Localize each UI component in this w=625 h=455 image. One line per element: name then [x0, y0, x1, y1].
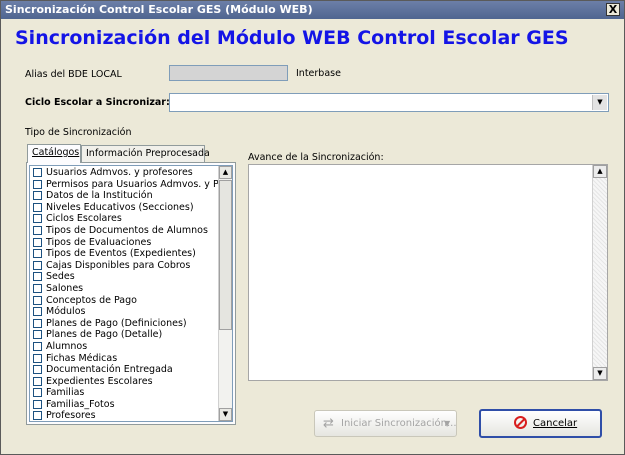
checkbox[interactable] [33, 179, 42, 189]
catalog-item-label: Permisos para Usuarios Admvos. y Profrs [46, 178, 233, 190]
catalog-item-label: Familias [46, 387, 85, 399]
catalog-item[interactable]: Familias_Fotos [30, 399, 220, 411]
catalog-item[interactable]: Niveles Educativos (Secciones) [30, 202, 220, 214]
ciclo-combobox[interactable]: ▼ [169, 93, 609, 112]
checkbox[interactable] [33, 225, 42, 235]
checkbox[interactable] [33, 237, 42, 247]
window-title: Sincronización Control Escolar GES (Módu… [5, 3, 313, 16]
catalog-item[interactable]: Permisos para Usuarios Admvos. y Profrs [30, 179, 232, 191]
db-name-label: Interbase [296, 68, 341, 79]
catalog-item-label: Tipos de Evaluaciones [46, 236, 152, 248]
scroll-down-icon[interactable]: ▼ [219, 408, 232, 421]
catalog-item-label: Tipos de Documentos de Alumnos [46, 224, 208, 236]
catalog-item[interactable]: Módulos [30, 306, 220, 318]
avance-label: Avance de la Sincronización: [248, 152, 384, 163]
catalog-item-label: Tipos de Eventos (Expedientes) [46, 248, 196, 260]
catalog-item-label: Usuarios Admvos. y profesores [46, 167, 193, 178]
catalog-item-label: Conceptos de Pago [46, 294, 137, 306]
checkbox[interactable] [33, 168, 42, 177]
catalog-items: Usuarios Admvos. y profesores Permisos pa… [30, 167, 232, 422]
sync-window: Sincronización Control Escolar GES (Módu… [0, 0, 625, 455]
catalog-item[interactable]: Planes de Pago (Definiciones) [30, 318, 220, 330]
avance-scrollbar[interactable]: ▲ ▼ [592, 165, 607, 380]
alias-label: Alias del BDE LOCAL [25, 69, 122, 80]
checkbox[interactable] [33, 399, 42, 409]
checkbox[interactable] [33, 341, 42, 351]
catalog-item-label: Datos de la Institución [46, 190, 153, 202]
close-button[interactable]: X [606, 3, 620, 16]
tab-catalogos[interactable]: Catálogos [27, 144, 81, 163]
catalog-item[interactable]: Ciclos Escolares [30, 213, 220, 225]
catalog-item[interactable]: Tipos de Eventos (Expedientes) [30, 248, 220, 260]
catalog-item[interactable]: Alumnos [30, 341, 220, 353]
scroll-up-icon[interactable]: ▲ [593, 165, 607, 178]
catalog-item[interactable]: Tipos de Evaluaciones [30, 237, 220, 249]
checkbox[interactable] [33, 376, 42, 386]
checkbox[interactable] [33, 365, 42, 375]
tab-informacion-preprocesada[interactable]: Información Preprocesada [81, 145, 210, 162]
catalog-item[interactable]: Profesores [30, 410, 220, 422]
catalog-item[interactable]: Expedientes Escolares [30, 376, 220, 388]
title-bar[interactable]: Sincronización Control Escolar GES (Módu… [1, 1, 624, 19]
scroll-up-icon[interactable]: ▲ [219, 166, 232, 179]
catalog-item[interactable]: Fichas Médicas [30, 353, 220, 365]
close-icon: X [608, 3, 618, 16]
page-heading: Sincronización del Módulo WEB Control Es… [15, 27, 569, 49]
catalog-item-label: Documentación Entregada [46, 364, 173, 376]
catalog-item[interactable]: Datos de la Institución [30, 190, 220, 202]
catalog-item[interactable]: Conceptos de Pago [30, 295, 220, 307]
tab-panel-catalogos: Usuarios Admvos. y profesores Permisos pa… [26, 162, 236, 425]
ciclo-label: Ciclo Escolar a Sincronizar: [25, 97, 170, 108]
catalog-item-label: Salones [46, 282, 84, 294]
checkbox[interactable] [33, 260, 42, 270]
scroll-down-icon[interactable]: ▼ [593, 367, 607, 380]
catalog-item-label: Familias_Fotos [46, 398, 115, 410]
catalog-item[interactable]: Planes de Pago (Detalle) [30, 329, 220, 341]
catalog-scrollbar[interactable]: ▲ ▼ [218, 166, 232, 421]
checkbox[interactable] [33, 330, 42, 340]
catalog-item-label: Sedes [46, 271, 75, 283]
checkbox[interactable] [33, 214, 42, 224]
catalog-item[interactable]: Tipos de Documentos de Alumnos [30, 225, 220, 237]
checkbox[interactable] [33, 411, 42, 421]
checkbox[interactable] [33, 249, 42, 259]
catalog-item-label: Alumnos [46, 340, 88, 352]
catalog-item-label: Planes de Pago (Detalle) [46, 329, 163, 341]
catalog-item-label: Planes de Pago (Definiciones) [46, 317, 187, 329]
checkbox[interactable] [33, 295, 42, 305]
checkbox[interactable] [33, 191, 42, 201]
cancel-circle-icon [514, 416, 527, 429]
catalog-item[interactable]: Familias [30, 387, 220, 399]
checkbox[interactable] [33, 272, 42, 282]
avance-log[interactable]: ▲ ▼ [248, 164, 608, 381]
checkbox[interactable] [33, 283, 42, 293]
checkbox[interactable] [33, 202, 42, 212]
catalog-item[interactable]: Sedes [30, 271, 220, 283]
catalog-item[interactable]: Documentación Entregada [30, 364, 220, 376]
checkbox[interactable] [33, 353, 42, 363]
catalog-item[interactable]: Salones [30, 283, 220, 295]
chevron-down-icon[interactable]: ▼ [592, 95, 607, 110]
catalog-item[interactable]: Usuarios Admvos. y profesores [30, 167, 220, 179]
catalog-item[interactable]: Cajas Disponibles para Cobros [30, 260, 220, 272]
alias-field [169, 65, 288, 81]
checkbox[interactable] [33, 318, 42, 328]
checkbox[interactable] [33, 388, 42, 398]
sync-arrows-icon: ⇄ [323, 416, 334, 431]
checkbox[interactable] [33, 307, 42, 317]
catalog-checklist[interactable]: Usuarios Admvos. y profesores Permisos pa… [29, 165, 233, 422]
scroll-thumb[interactable] [219, 180, 232, 330]
catalog-item-label: Ciclos Escolares [46, 213, 122, 225]
catalog-item-label: Expedientes Escolares [46, 375, 153, 387]
catalog-item-label: Niveles Educativos (Secciones) [46, 201, 194, 213]
dropdown-arrow-icon: ▼ [444, 419, 451, 428]
catalog-item-label: Cajas Disponibles para Cobros [46, 259, 191, 271]
catalog-item-label: Profesores [46, 410, 96, 422]
catalog-item-label: Módulos [46, 306, 86, 318]
cancel-button[interactable]: Cancelar [479, 409, 602, 438]
iniciar-sincronizacion-button[interactable]: ⇄ Iniciar Sincronización... ▼ [314, 410, 457, 437]
catalog-item-label: Fichas Médicas [46, 352, 118, 364]
tipo-label: Tipo de Sincronización [25, 127, 132, 138]
